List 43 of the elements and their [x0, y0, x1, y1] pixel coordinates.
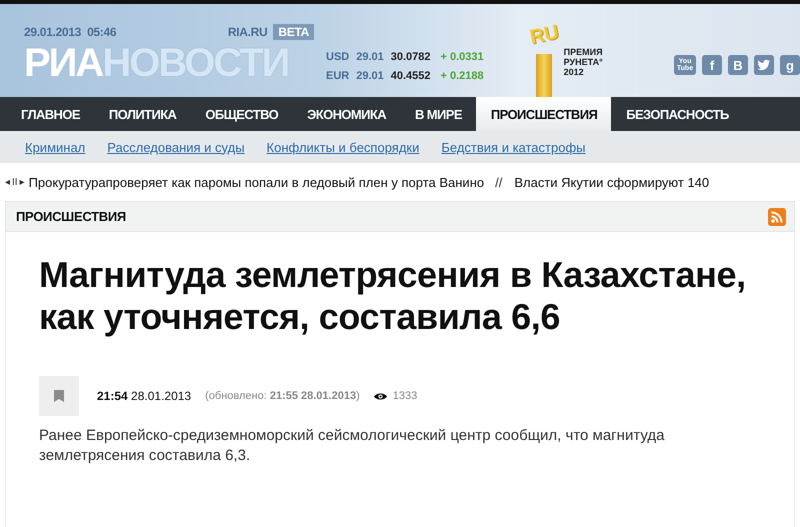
nav-tab[interactable]: ЭКОНОМИКА — [292, 97, 400, 131]
currency-code: EUR — [326, 69, 350, 84]
award-title[interactable]: ПРЕМИЯ РУНЕТА° 2012 — [564, 47, 603, 77]
rate-date: 29.01 — [356, 69, 384, 84]
bookmark-button[interactable] — [39, 376, 79, 416]
view-count: 1333 — [392, 390, 418, 402]
ticker-headline[interactable]: Прокуратурапроверяет как паромы попали в ледовый плен у порта Ванино — [28, 174, 484, 190]
ticker-control[interactable]: II — [11, 176, 19, 188]
ticker-control[interactable]: ▸ — [18, 176, 26, 188]
nav-tab[interactable]: В МИРЕ — [400, 97, 476, 131]
social-icon[interactable]: f — [702, 55, 722, 75]
ticker-separator: // — [495, 174, 502, 190]
subnav-link[interactable]: Криминал — [25, 140, 86, 154]
publish-time: 21:54 28.01.2013 — [97, 389, 192, 403]
header-time: 05:46 — [87, 25, 116, 39]
subnav-link[interactable]: Расследования и суды — [107, 140, 245, 154]
subnav-link[interactable]: Бедствия и катастрофы — [441, 140, 586, 154]
rate-change: + 0.0331 — [440, 50, 484, 65]
ticker-headline[interactable]: Власти Якутии сформируют 140 — [514, 174, 710, 190]
header-date: 29.01.2013 — [24, 25, 82, 39]
rate-value: 30.0782 — [390, 50, 431, 65]
bird-icon[interactable] — [754, 55, 774, 75]
subnav-link[interactable]: Конфликты и беспорядки — [266, 140, 420, 154]
article-headline: Магнитуда землетрясения в Казахстане, как уточняется, составила 6,6 — [39, 253, 747, 338]
rss-icon[interactable] — [768, 208, 786, 226]
article-lead: Ранее Европейско-средиземноморский сейсмологический центр сообщил, что магнитуда землетрясения составила 6,3. — [39, 426, 666, 466]
social-icon[interactable]: g — [780, 55, 800, 75]
nav-tab[interactable]: ГЛАВНОЕ — [6, 97, 94, 131]
beta-badge: BETA — [273, 24, 314, 40]
currency-code: USD — [326, 50, 350, 65]
eye-icon — [374, 392, 387, 400]
nav-tab[interactable]: ПРОИСШЕСТВИЯ — [476, 97, 612, 131]
nav-tab[interactable]: ОБЩЕСТВО — [190, 97, 292, 131]
social-icon[interactable]: B — [728, 55, 748, 75]
bookmark-icon[interactable] — [53, 390, 65, 402]
rate-date: 29.01 — [356, 50, 384, 65]
ticker-control[interactable]: ◂ — [4, 176, 11, 188]
updated-time: (обновлено: 21:55 28.01.2013) — [205, 390, 360, 402]
section-title: ПРОИСШЕСТВИЯ — [16, 209, 126, 224]
rate-change: + 0.2188 — [440, 69, 484, 84]
nav-tab[interactable]: ПОЛИТИКА — [94, 97, 190, 131]
rate-value: 40.4552 — [390, 69, 431, 84]
nav-tab[interactable]: БЕЗОПАСНОСТЬ — [611, 97, 743, 131]
